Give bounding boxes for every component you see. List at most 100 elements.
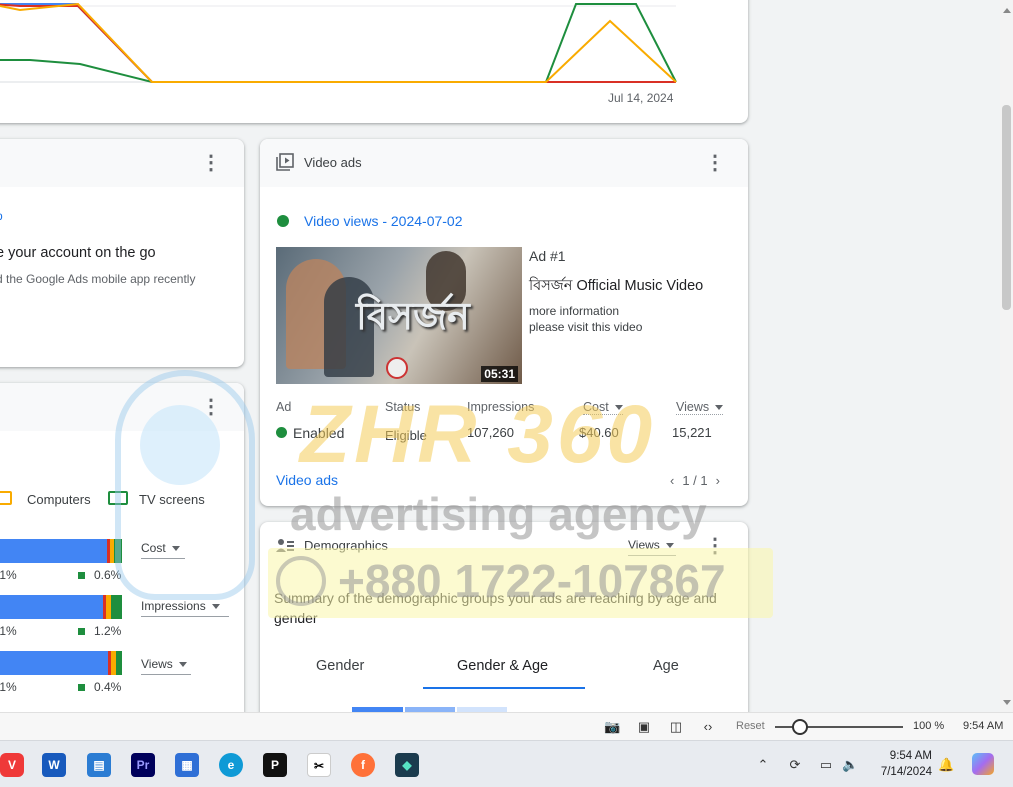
metric-select-label: Views bbox=[141, 657, 173, 671]
next-page-icon[interactable]: › bbox=[716, 473, 720, 488]
tv-legend-square bbox=[78, 628, 85, 635]
taskbar-date[interactable]: 7/14/2024 bbox=[872, 766, 932, 778]
tv-screens-legend-icon bbox=[108, 491, 128, 505]
notification-bell-icon[interactable]: 🔔 bbox=[938, 757, 954, 773]
enabled-status-dot bbox=[276, 427, 287, 438]
sort-caret-icon bbox=[715, 405, 724, 411]
demographics-metric-select[interactable]: Views bbox=[628, 538, 676, 556]
devices-card: ⋮ Computers TV screens .1% 0.6% Cost .1%… bbox=[0, 383, 244, 712]
mobile-card-headline: e your account on the go bbox=[0, 245, 156, 261]
filmora-icon[interactable]: ◆ bbox=[395, 753, 419, 777]
camera-icon[interactable]: 📷 bbox=[604, 719, 620, 735]
series-blue-line bbox=[0, 3, 153, 83]
ad-number: Ad #1 bbox=[529, 248, 566, 264]
prev-page-icon[interactable]: ‹ bbox=[670, 473, 674, 488]
scrollbar-thumb[interactable] bbox=[1002, 105, 1011, 310]
zoom-reset-button[interactable]: Reset bbox=[736, 720, 765, 732]
device-pct-left: .1% bbox=[0, 624, 17, 638]
ad-description-line1: more information bbox=[529, 304, 620, 318]
mobile-app-link[interactable]: p bbox=[0, 209, 3, 223]
copilot-icon[interactable] bbox=[972, 753, 994, 775]
edge-icon[interactable]: e bbox=[219, 753, 243, 777]
dropdown-caret-icon bbox=[211, 604, 220, 610]
campaign-link[interactable]: Video views - 2024-07-02 bbox=[304, 213, 463, 229]
more-options-icon[interactable]: ⋮ bbox=[201, 397, 221, 417]
mobile-card-description: d the Google Ads mobile app recently bbox=[0, 272, 196, 286]
page-scrollbar[interactable] bbox=[1000, 0, 1013, 712]
image-icon[interactable]: ▣ bbox=[636, 719, 652, 735]
capcut-pc-icon[interactable]: P bbox=[263, 753, 287, 777]
chart-date-label: Jul 14, 2024 bbox=[608, 91, 674, 105]
code-icon[interactable]: ‹› bbox=[700, 719, 716, 735]
demographics-title: Demographics bbox=[304, 538, 388, 553]
more-options-icon[interactable]: ⋮ bbox=[201, 153, 221, 173]
ad-title: বিসর্জন Official Music Video bbox=[529, 278, 704, 294]
ad-cost-value: $40.60 bbox=[579, 425, 619, 440]
more-options-icon[interactable]: ⋮ bbox=[705, 153, 725, 173]
active-tab-indicator bbox=[423, 687, 585, 689]
mobile-app-card: ⋮ p e your account on the go d the Googl… bbox=[0, 139, 244, 367]
col-views-sort[interactable]: Views bbox=[676, 400, 724, 415]
device-pct-right: 0.6% bbox=[94, 568, 122, 582]
tv-legend-square bbox=[78, 572, 85, 579]
video-ads-footer-link[interactable]: Video ads bbox=[276, 472, 338, 488]
performance-chart-card: Jul 14, 2024 bbox=[0, 0, 748, 123]
tab-gender[interactable]: Gender bbox=[316, 658, 364, 674]
store-icon[interactable]: ▦ bbox=[175, 753, 199, 777]
video-library-icon bbox=[276, 153, 294, 171]
device-bar-impressions bbox=[0, 595, 122, 619]
volume-icon[interactable]: 🔈 bbox=[842, 757, 858, 773]
metric-select-label: Views bbox=[628, 538, 660, 552]
col-ad: Ad bbox=[276, 400, 292, 414]
taskbar-time[interactable]: 9:54 AM bbox=[880, 750, 932, 762]
col-views-label: Views bbox=[676, 400, 710, 414]
col-impressions: Impressions bbox=[467, 400, 535, 414]
notepad-icon[interactable]: ▤ bbox=[87, 753, 111, 777]
video-thumbnail[interactable]: বিসর্জন 05:31 bbox=[276, 247, 522, 384]
sync-icon[interactable]: ⟳ bbox=[787, 757, 803, 773]
metric-select-cost[interactable]: Cost bbox=[141, 541, 185, 559]
video-card-title: Video ads bbox=[304, 155, 362, 170]
device-pct-left: .1% bbox=[0, 680, 17, 694]
tray-chevron-up-icon[interactable]: ⌃ bbox=[755, 757, 771, 773]
sort-caret-icon bbox=[614, 405, 623, 411]
device-pct-right: 0.4% bbox=[94, 680, 122, 694]
panel-icon[interactable]: ◫ bbox=[668, 719, 684, 735]
dropdown-caret-icon bbox=[665, 543, 674, 549]
metric-select-views[interactable]: Views bbox=[141, 657, 191, 675]
vivaldi-icon[interactable]: V bbox=[0, 753, 24, 777]
video-card-header: Video ads ⋮ bbox=[260, 139, 748, 187]
tab-gender-age[interactable]: Gender & Age bbox=[457, 658, 548, 674]
ad-impressions-value: 107,260 bbox=[467, 425, 514, 440]
scroll-down-icon[interactable] bbox=[1003, 700, 1011, 705]
channel-avatar bbox=[386, 357, 408, 379]
pagination: ‹ 1 / 1 › bbox=[670, 473, 720, 488]
metric-select-label: Impressions bbox=[141, 599, 206, 613]
device-bar-views bbox=[0, 651, 122, 675]
page-indicator: 1 / 1 bbox=[682, 473, 708, 488]
status-clock: 9:54 AM bbox=[963, 720, 1004, 732]
ad-status-enabled[interactable]: Enabled bbox=[293, 425, 344, 441]
demographics-description: Summary of the demographic groups your a… bbox=[274, 590, 717, 626]
network-icon[interactable]: ▭ bbox=[818, 757, 834, 773]
tab-age[interactable]: Age bbox=[653, 658, 679, 674]
device-bar-cost bbox=[0, 539, 122, 563]
windows-taskbar: V W ▤ Pr ▦ e P ✂ f ◆ ⌃ ⟳ ▭ 🔈 9:54 AM 7/1… bbox=[0, 740, 1013, 787]
series-green-line bbox=[0, 3, 677, 83]
col-cost-sort[interactable]: Cost bbox=[583, 400, 623, 415]
scroll-up-icon[interactable] bbox=[1003, 8, 1011, 13]
ad-views-value: 15,221 bbox=[672, 425, 712, 440]
premiere-icon[interactable]: Pr bbox=[131, 753, 155, 777]
device-pct-left: .1% bbox=[0, 568, 17, 582]
col-status: Status bbox=[385, 400, 421, 414]
word-icon[interactable]: W bbox=[42, 753, 66, 777]
demographics-icon bbox=[276, 539, 294, 552]
ad-status-eligible: Eligible bbox=[385, 428, 427, 443]
dropdown-caret-icon bbox=[178, 662, 187, 668]
more-options-icon[interactable]: ⋮ bbox=[705, 536, 725, 556]
capcut-icon[interactable]: ✂ bbox=[307, 753, 331, 777]
firefox-icon[interactable]: f bbox=[351, 753, 375, 777]
browser-status-bar: 📷 ▣ ◫ ‹› Reset 100 % 9:54 AM bbox=[0, 712, 1013, 740]
metric-select-impressions[interactable]: Impressions bbox=[141, 599, 229, 617]
zoom-slider-thumb[interactable] bbox=[792, 719, 808, 735]
